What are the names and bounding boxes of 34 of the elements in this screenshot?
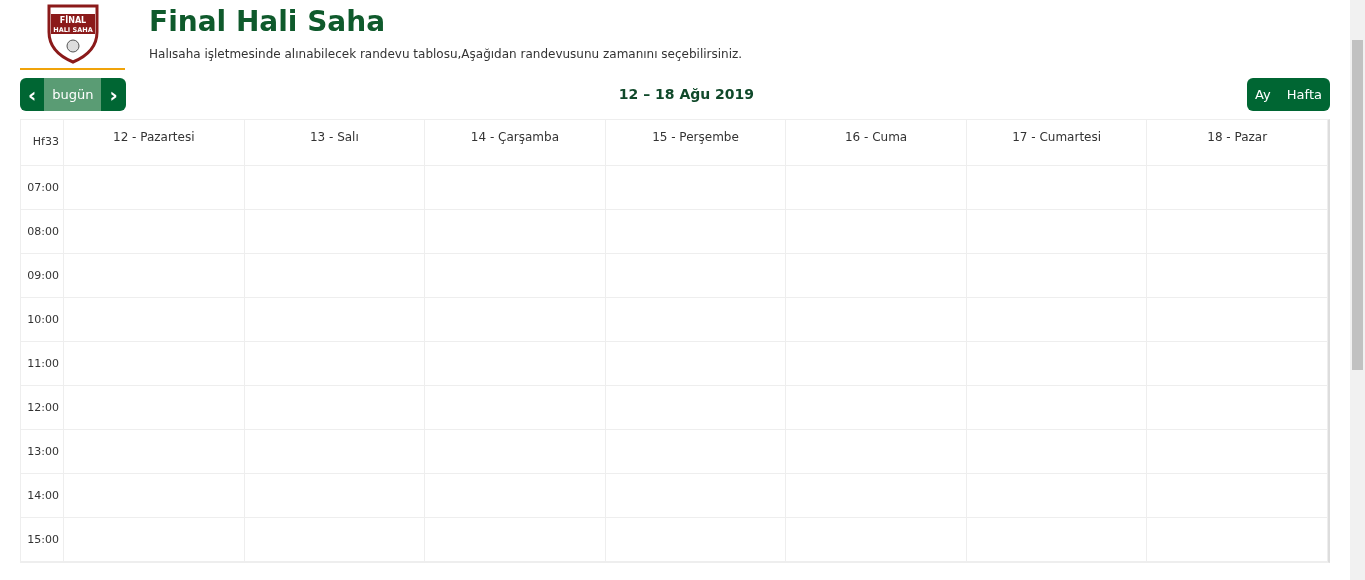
- previous-button[interactable]: ‹: [20, 78, 45, 111]
- time-slot[interactable]: [1147, 518, 1328, 562]
- view-button[interactable]: Hafta: [1278, 78, 1330, 111]
- day-header: 12 - Pazartesi: [64, 120, 245, 166]
- time-slot[interactable]: [1147, 166, 1328, 210]
- day-header: 17 - Cumartesi: [966, 120, 1148, 166]
- time-label: 10:00: [21, 298, 64, 342]
- day-header: 16 - Cuma: [786, 120, 967, 166]
- day-header: 15 - Perşembe: [605, 120, 787, 166]
- day-header: 18 - Pazar: [1147, 120, 1328, 166]
- time-label: 11:00: [21, 342, 64, 386]
- scrollbar-thumb[interactable]: [1352, 40, 1363, 370]
- page-title: Final Hali Saha: [149, 6, 387, 38]
- time-slot[interactable]: [1147, 342, 1328, 386]
- time-label: 08:00: [21, 210, 64, 254]
- next-button[interactable]: ›: [101, 78, 126, 111]
- day-header: 14 - Çarşamba: [425, 120, 606, 166]
- time-slot[interactable]: [1147, 474, 1328, 518]
- week-number: Hf33: [21, 120, 64, 166]
- day-header: 13 - Salı: [244, 120, 426, 166]
- time-label: 14:00: [21, 474, 64, 518]
- time-slot[interactable]: [1147, 386, 1328, 430]
- date-range: 12 – 18 Ağu 2019: [618, 85, 755, 104]
- time-label: 12:00: [21, 386, 64, 430]
- subtitle: Halısaha işletmesinde alınabilecek randevu tablosu,Aşağıdan randevusunu zamanını seçebilirsiniz.: [149, 46, 743, 64]
- time-slot[interactable]: [1147, 298, 1328, 342]
- view-button[interactable]: Ay: [1247, 78, 1279, 111]
- time-slot[interactable]: [1147, 254, 1328, 298]
- time-slot[interactable]: [1147, 430, 1328, 474]
- time-slot[interactable]: [1147, 210, 1328, 254]
- time-label: 13:00: [21, 430, 64, 474]
- time-label: 09:00: [21, 254, 64, 298]
- time-label: 07:00: [21, 166, 64, 210]
- time-label: 15:00: [21, 518, 64, 562]
